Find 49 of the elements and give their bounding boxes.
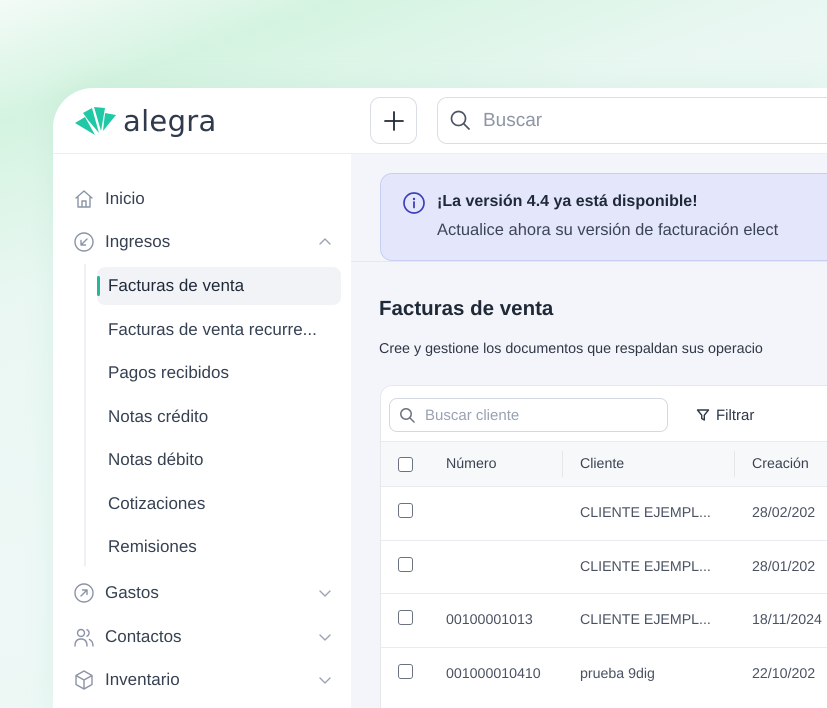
checkbox[interactable] — [398, 503, 413, 518]
arrow-circle-icon — [73, 231, 95, 254]
client-search-field[interactable]: Buscar cliente — [389, 398, 668, 432]
checkbox[interactable] — [398, 610, 413, 625]
sidebar-subitem[interactable]: Cotizaciones — [97, 484, 341, 522]
column-header[interactable]: Cliente — [580, 456, 734, 472]
search-icon — [449, 109, 471, 131]
table-cell: CLIENTE EJEMPL... — [580, 612, 711, 628]
checkbox[interactable] — [398, 664, 413, 678]
sidebar-subitem[interactable]: Notas débito — [97, 441, 341, 479]
logo-text: alegra — [123, 104, 217, 138]
checkbox[interactable] — [398, 456, 413, 472]
table-cell: 001000010410 — [446, 666, 541, 682]
banner-title: ¡La versión 4.4 ya está disponible! — [437, 193, 699, 211]
home-icon — [73, 188, 95, 210]
sidebar-subitem[interactable]: Facturas de venta recurre... — [97, 310, 341, 348]
column-header[interactable]: Número — [446, 456, 562, 472]
sidebar-item[interactable]: Ingresos — [105, 232, 307, 252]
sidebar-subitem[interactable]: Notas crédito — [97, 398, 341, 436]
filter-button[interactable]: Filtrar — [696, 406, 754, 424]
table-cell: CLIENTE EJEMPL... — [580, 558, 711, 574]
info-icon — [402, 191, 426, 215]
plus-icon — [382, 110, 404, 132]
table-cell: 00100001013 — [446, 612, 533, 628]
table-cell: 28/02/202 — [752, 505, 816, 521]
search-field[interactable]: Buscar — [437, 97, 827, 144]
filter-icon — [696, 408, 710, 422]
banner-message: Actualice ahora su versión de facturación elect — [437, 221, 778, 240]
table-cell: prueba 9dig — [580, 666, 655, 682]
column-header[interactable]: Creación — [752, 456, 827, 472]
table-cell: 18/11/2024 — [752, 612, 822, 628]
search-icon — [399, 407, 415, 423]
sidebar-subitem[interactable]: Pagos recibidos — [97, 354, 341, 392]
page-title: Facturas de venta — [379, 297, 554, 321]
sidebar-item[interactable]: Inicio — [105, 188, 333, 209]
add-button[interactable] — [370, 97, 417, 144]
sidebar-subitem[interactable]: Remisiones — [97, 528, 341, 566]
sidebar-subitem[interactable]: Facturas de venta — [97, 267, 341, 305]
sidebar-item[interactable]: Contactos — [105, 626, 307, 647]
arrow-circle-icon — [73, 582, 95, 604]
sidebar-item[interactable]: Inventario — [105, 670, 307, 690]
leaf-fan-icon — [75, 106, 117, 136]
cube-icon — [73, 669, 95, 692]
sidebar-item[interactable]: Gastos — [105, 583, 307, 604]
table-cell: 22/10/202 — [752, 666, 816, 682]
table-cell: 28/01/202 — [752, 558, 816, 574]
checkbox[interactable] — [398, 556, 413, 572]
page-description: Cree y gestione los documentos que respaldan sus operacio — [379, 341, 764, 357]
table-cell: CLIENTE EJEMPL... — [580, 505, 711, 521]
